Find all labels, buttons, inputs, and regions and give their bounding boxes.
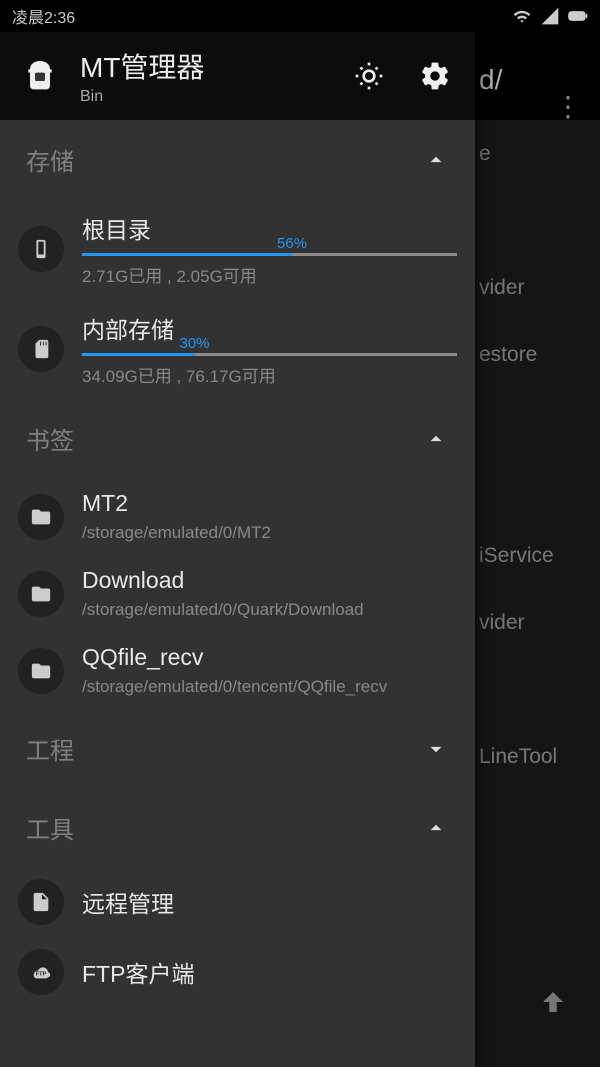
section-label: 书签	[26, 421, 74, 456]
background-list-item[interactable]: LineTool	[475, 723, 600, 790]
folder-icon	[18, 571, 64, 617]
background-list-item[interactable]	[475, 187, 600, 254]
background-list-item[interactable]: e	[475, 120, 600, 187]
wifi-icon	[512, 6, 532, 26]
chevron-up-icon	[423, 815, 449, 841]
storage-progress: 56%	[82, 253, 457, 256]
status-icons	[512, 6, 588, 26]
background-path: d/	[479, 64, 502, 96]
drawer-header: MT管理器 Bin	[0, 32, 475, 120]
bookmark-path: /storage/emulated/0/MT2	[82, 523, 457, 543]
status-bar: 凌晨2:36	[0, 0, 600, 32]
bookmark-name: Download	[82, 567, 457, 594]
storage-progress: 30%	[82, 353, 457, 356]
bookmark-item[interactable]: Download /storage/emulated/0/Quark/Downl…	[0, 555, 475, 632]
status-time: 凌晨2:36	[12, 4, 75, 28]
tool-item[interactable]: 远程管理	[0, 867, 475, 937]
app-title: MT管理器	[80, 46, 353, 86]
scroll-top-button[interactable]	[538, 987, 568, 1022]
bookmark-name: QQfile_recv	[82, 644, 457, 671]
section-header-bookmarks[interactable]: 书签	[0, 399, 475, 478]
background-file-panel: d/ ⋮ eviderestoreiServiceviderLineTool	[475, 32, 600, 1067]
phone-icon	[18, 226, 64, 272]
navigation-drawer: MT管理器 Bin 存储 根目录 56%	[0, 32, 475, 1067]
ftp-icon: FTP	[18, 949, 64, 995]
bookmark-path: /storage/emulated/0/tencent/QQfile_recv	[82, 677, 457, 697]
background-list-item[interactable]: vider	[475, 254, 600, 321]
background-list-item[interactable]: estore	[475, 321, 600, 388]
chevron-down-icon	[423, 736, 449, 762]
overflow-menu-icon[interactable]: ⋮	[554, 90, 582, 123]
background-list-item[interactable]	[475, 857, 600, 924]
svg-text:FTP: FTP	[36, 972, 47, 978]
bookmark-item[interactable]: MT2 /storage/emulated/0/MT2	[0, 478, 475, 555]
signal-icon	[540, 6, 560, 26]
folder-icon	[18, 648, 64, 694]
background-list-item[interactable]: vider	[475, 589, 600, 656]
tool-name: 远程管理	[82, 885, 457, 919]
sdcard-icon	[18, 326, 64, 372]
background-list-item[interactable]	[475, 388, 600, 455]
background-list-item[interactable]	[475, 790, 600, 857]
storage-detail: 2.71G已用 , 2.05G可用	[82, 262, 457, 287]
app-subtitle: Bin	[80, 88, 353, 106]
file-icon	[18, 879, 64, 925]
bookmark-name: MT2	[82, 490, 457, 517]
section-label: 工程	[26, 731, 74, 766]
storage-detail: 34.09G已用 , 76.17G可用	[82, 362, 457, 387]
background-list-item[interactable]: iService	[475, 522, 600, 589]
section-label: 存储	[26, 142, 74, 177]
section-header-tools[interactable]: 工具	[0, 788, 475, 867]
folder-icon	[18, 494, 64, 540]
tool-name: FTP客户端	[82, 955, 457, 989]
storage-name: 内部存储	[82, 311, 457, 345]
storage-item[interactable]: 根目录 56% 2.71G已用 , 2.05G可用	[0, 199, 475, 299]
app-icon	[20, 56, 60, 96]
settings-button[interactable]	[419, 60, 451, 92]
storage-item[interactable]: 内部存储 30% 34.09G已用 , 76.17G可用	[0, 299, 475, 399]
chevron-up-icon	[423, 426, 449, 452]
tool-item[interactable]: FTP FTP客户端	[0, 937, 475, 1007]
theme-toggle-button[interactable]	[353, 60, 385, 92]
chevron-up-icon	[423, 147, 449, 173]
section-header-storage[interactable]: 存储	[0, 120, 475, 199]
storage-name: 根目录	[82, 211, 457, 245]
background-list-item[interactable]	[475, 455, 600, 522]
section-header-project[interactable]: 工程	[0, 709, 475, 788]
battery-icon	[568, 6, 588, 26]
bookmark-item[interactable]: QQfile_recv /storage/emulated/0/tencent/…	[0, 632, 475, 709]
section-label: 工具	[26, 810, 74, 845]
bookmark-path: /storage/emulated/0/Quark/Download	[82, 600, 457, 620]
background-list-item[interactable]	[475, 656, 600, 723]
